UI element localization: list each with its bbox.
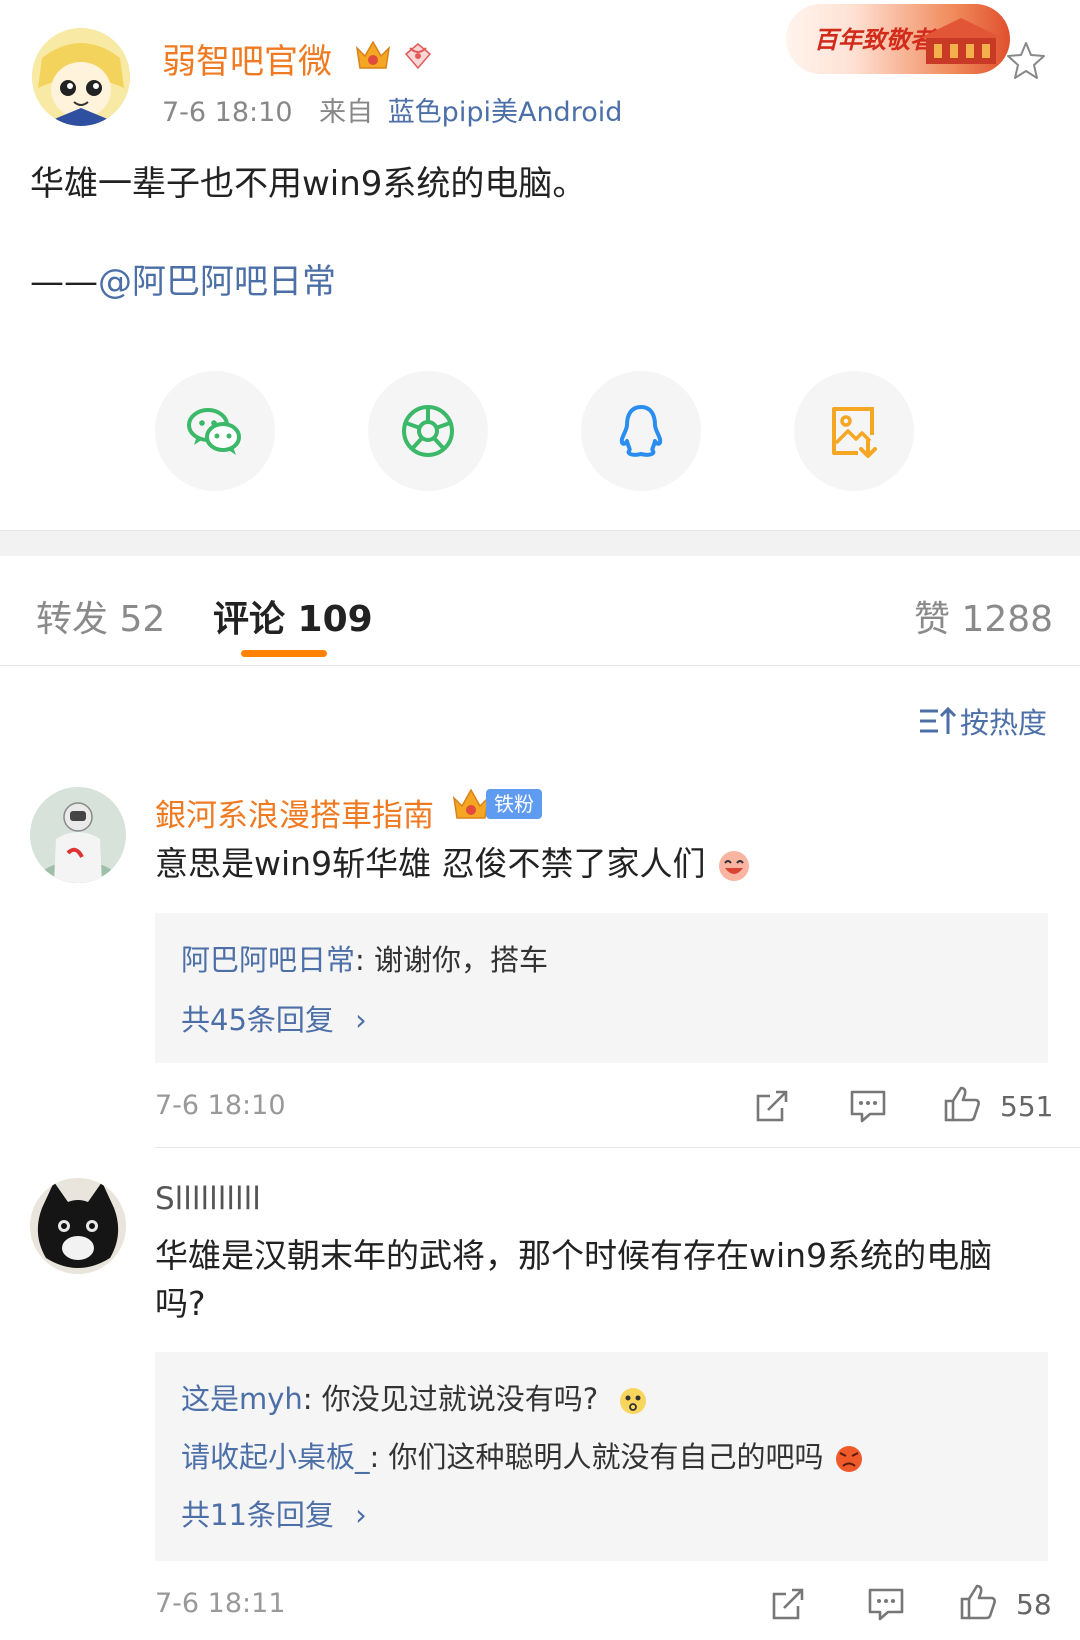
post-source[interactable]: 蓝色pipi美Android — [388, 97, 623, 128]
share-moments-button[interactable] — [368, 371, 488, 491]
reply-box[interactable]: 阿巴阿吧日常: 谢谢你，搭车 共45条回复 › — [155, 913, 1048, 1063]
source-prefix: 来自 — [319, 97, 374, 128]
wechat-icon — [187, 408, 241, 455]
post-time: 7-6 18:10 — [162, 97, 293, 128]
comment-separator — [155, 1147, 1080, 1148]
interaction-tabs: 转发 52 评论 109 赞 1288 — [0, 556, 1080, 666]
gift-icon — [404, 43, 432, 70]
comment-time: 7-6 18:10 — [155, 1090, 286, 1121]
share-wechat-button[interactable] — [155, 371, 275, 491]
tab-repost[interactable]: 转发 52 — [36, 590, 165, 642]
building-icon — [920, 18, 1002, 64]
laugh-emoji-icon — [719, 850, 750, 881]
post-mention: ——@阿巴阿吧日常 — [30, 254, 336, 303]
share-icon[interactable] — [768, 1584, 808, 1624]
post-header: 弱智吧官微 7-6 18:10 来自 蓝色pipi美Android 百年致敬者 — [0, 0, 1080, 130]
more-replies-link[interactable]: 共45条回复 › — [181, 997, 367, 1039]
commenter-avatar[interactable] — [30, 1178, 126, 1274]
save-image-button[interactable] — [794, 371, 914, 491]
thinking-emoji-icon — [620, 1388, 647, 1414]
fan-badge-label: 铁粉 — [486, 789, 542, 819]
thumbs-up-icon[interactable] — [958, 1582, 998, 1622]
reply-item: 阿巴阿吧日常: 谢谢你，搭车 — [181, 937, 548, 979]
chevron-right-icon: › — [355, 1498, 367, 1532]
moments-icon — [402, 405, 454, 457]
sort-label: 按热度 — [960, 706, 1048, 740]
comment-icon[interactable] — [848, 1086, 888, 1126]
like-count: 551 — [1000, 1090, 1054, 1123]
mention-link[interactable]: @阿巴阿吧日常 — [98, 262, 336, 302]
angry-emoji-icon — [835, 1446, 862, 1472]
sort-icon — [920, 706, 956, 734]
more-replies-link[interactable]: 共11条回复 › — [181, 1492, 367, 1534]
weibo-post-page: 弱智吧官微 7-6 18:10 来自 蓝色pipi美Android 百年致敬者 — [0, 0, 1080, 1640]
share-icon[interactable] — [752, 1086, 792, 1126]
sort-by-hot[interactable]: 按热度 — [918, 700, 1047, 742]
share-qq-button[interactable] — [581, 371, 701, 491]
comment-icon[interactable] — [866, 1584, 906, 1624]
commenter-name[interactable]: Sllllllllll — [155, 1181, 261, 1217]
reply-text: : 你们这种聪明人就没有自己的吧吗 — [369, 1440, 824, 1474]
tab-comment[interactable]: 评论 109 — [213, 590, 373, 642]
section-divider — [0, 530, 1080, 556]
like-count: 58 — [1016, 1588, 1052, 1621]
fan-badge: 铁粉 — [452, 786, 542, 822]
comment-time: 7-6 18:11 — [155, 1588, 286, 1619]
reply-item: 这是myh: 你没见过就说没有吗? — [181, 1376, 649, 1418]
reply-user[interactable]: 请收起小桌板_ — [181, 1440, 370, 1474]
reply-user[interactable]: 这是myh — [181, 1382, 303, 1416]
qq-icon — [619, 405, 663, 457]
reply-user[interactable]: 阿巴阿吧日常 — [181, 943, 355, 977]
reply-text: : 谢谢你，搭车 — [355, 943, 549, 977]
more-replies-label: 共45条回复 — [181, 1003, 334, 1037]
reply-text: : 你没见过就说没有吗? — [302, 1382, 599, 1416]
reply-item: 请收起小桌板_: 你们这种聪明人就没有自己的吧吗 — [181, 1434, 865, 1476]
mention-dash: —— — [30, 262, 98, 302]
comment-text: 意思是win9斩华雄 忍俊不禁了家人们 — [155, 840, 752, 888]
crown-icon — [355, 40, 391, 69]
commenter-avatar[interactable] — [30, 787, 126, 883]
save-image-icon — [832, 407, 877, 458]
star-icon[interactable] — [1006, 40, 1046, 80]
active-tab-indicator — [241, 650, 327, 657]
tab-like[interactable]: 赞 1288 — [914, 590, 1053, 642]
crown-icon — [452, 788, 490, 819]
chevron-right-icon: › — [355, 1003, 367, 1037]
thumbs-up-icon[interactable] — [942, 1084, 982, 1124]
more-replies-label: 共11条回复 — [181, 1498, 334, 1532]
comment-text-content: 意思是win9斩华雄 忍俊不禁了家人们 — [155, 844, 706, 883]
post-meta: 7-6 18:10 来自 蓝色pipi美Android — [162, 90, 622, 129]
reply-box[interactable]: 这是myh: 你没见过就说没有吗? 请收起小桌板_: 你们这种聪明人就没有自己的… — [155, 1352, 1048, 1561]
event-banner[interactable]: 百年致敬者 — [786, 4, 1010, 74]
post-text: 华雄一辈子也不用win9系统的电脑。 — [30, 164, 587, 204]
commenter-name[interactable]: 銀河系浪漫搭車指南 — [155, 790, 434, 835]
author-name[interactable]: 弱智吧官微 — [162, 34, 332, 83]
author-avatar[interactable] — [32, 28, 130, 126]
comment-text: 华雄是汉朝末年的武将，那个时候有存在win9系统的电脑吗? — [155, 1236, 993, 1323]
